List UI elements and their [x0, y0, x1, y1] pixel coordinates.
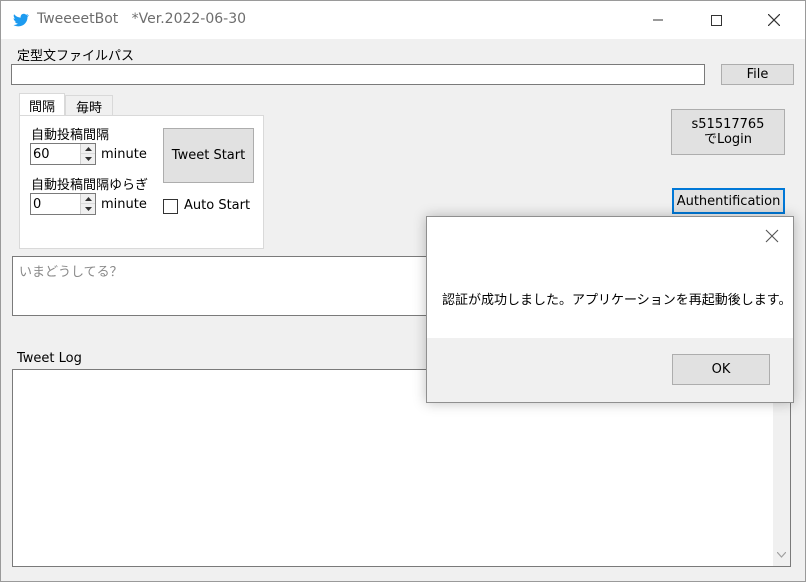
auth-success-dialog: 認証が成功しました。アプリケーションを再起動後します。 OK	[426, 216, 794, 403]
tab-panel-interval: 自動投稿間隔 60 minute 自動投稿間隔ゆらぎ 0 minute Twee…	[19, 115, 264, 249]
close-icon	[768, 14, 780, 26]
auto-start-checkbox[interactable]	[163, 199, 178, 214]
close-window-button[interactable]	[751, 1, 797, 39]
tweet-start-button[interactable]: Tweet Start	[163, 128, 254, 183]
login-button-caption: でLogin	[703, 132, 753, 147]
tab-hourly[interactable]: 毎時	[65, 95, 113, 117]
maximize-icon	[710, 14, 722, 26]
close-icon	[765, 229, 779, 243]
login-button[interactable]: s51517765 でLogin	[671, 109, 785, 155]
jitter-stepper-arrows[interactable]	[80, 194, 95, 214]
interval-stepper[interactable]: 60	[30, 143, 96, 165]
interval-unit: minute	[101, 147, 147, 162]
auto-start-label: Auto Start	[184, 198, 251, 213]
dialog-close-button[interactable]	[765, 229, 779, 243]
template-path-label: 定型文ファイルパス	[17, 49, 135, 64]
interval-label: 自動投稿間隔	[31, 128, 110, 143]
authentification-button[interactable]: Authentification	[672, 188, 785, 214]
tab-interval[interactable]: 間隔	[19, 93, 65, 117]
window-title: TweeeetBot *Ver.2022-06-30	[37, 11, 247, 27]
jitter-unit: minute	[101, 197, 147, 212]
twitter-bird-icon	[13, 13, 29, 27]
title-bar: TweeeetBot *Ver.2022-06-30	[1, 1, 805, 39]
tweet-placeholder: いまどうしてる？	[19, 265, 123, 280]
scroll-down-icon	[777, 552, 786, 558]
spin-down-icon[interactable]	[81, 204, 95, 214]
spin-down-icon[interactable]	[81, 154, 95, 164]
minimize-button[interactable]	[635, 1, 681, 39]
dialog-message: 認証が成功しました。アプリケーションを再起動後します。	[442, 293, 792, 308]
jitter-stepper[interactable]: 0	[30, 193, 96, 215]
spin-up-icon[interactable]	[81, 144, 95, 154]
interval-value: 60	[33, 147, 50, 162]
maximize-button[interactable]	[693, 1, 739, 39]
dialog-footer: OK	[427, 338, 793, 402]
ok-button[interactable]: OK	[672, 354, 770, 385]
jitter-label: 自動投稿間隔ゆらぎ	[31, 178, 149, 193]
file-button[interactable]: File	[721, 64, 794, 85]
spin-up-icon[interactable]	[81, 194, 95, 204]
minimize-icon	[653, 19, 663, 21]
jitter-value: 0	[33, 197, 42, 212]
interval-stepper-arrows[interactable]	[80, 144, 95, 164]
tweet-log-label: Tweet Log	[17, 351, 82, 366]
login-button-account: s51517765	[691, 117, 765, 132]
template-path-input[interactable]	[11, 64, 705, 85]
